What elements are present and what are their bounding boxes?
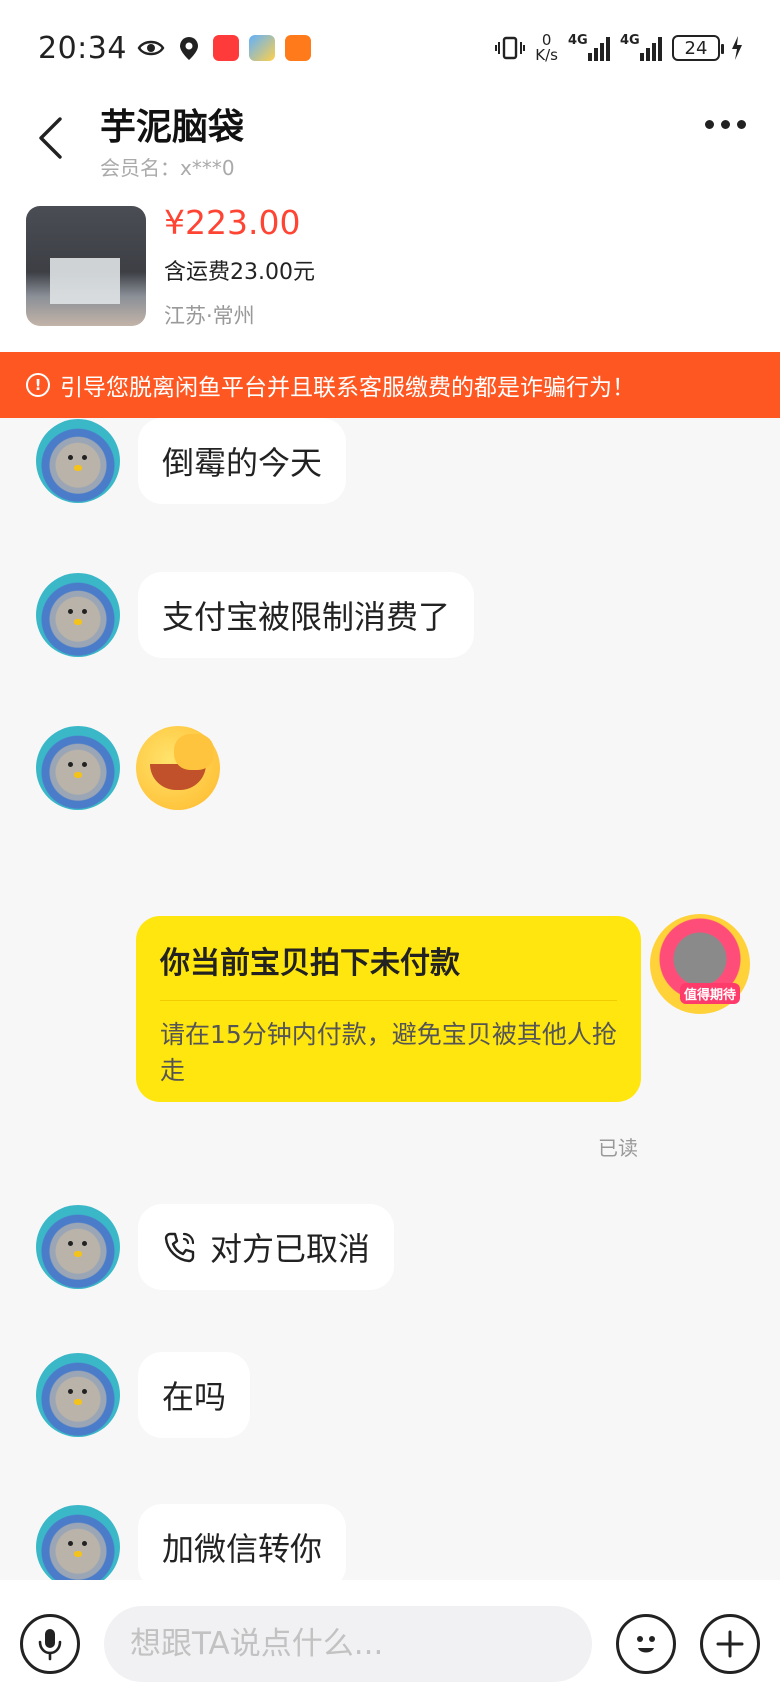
message-bubble[interactable]: 在吗 [138, 1352, 251, 1438]
voice-input-button[interactable] [20, 1613, 80, 1674]
message-bubble[interactable]: 加微信转你 [138, 1504, 347, 1580]
product-image[interactable] [26, 206, 146, 326]
product-location: 江苏·常州 [164, 303, 255, 328]
message-bubble[interactable]: 支付宝被限制消费了 [138, 572, 475, 658]
seller-avatar[interactable] [36, 419, 120, 503]
charging-icon [732, 36, 742, 60]
avatar-badge: 值得期待 [680, 983, 741, 1004]
battery-icon: 24 [672, 35, 724, 61]
status-right: 0 K/s 4G 4G 24 [495, 33, 744, 63]
unpaid-order-card[interactable]: 你当前宝贝拍下未付款 请在15分钟内付款，避免宝贝被其他人抢走 [136, 916, 641, 1102]
alert-icon: ! [26, 373, 50, 397]
eye-icon [137, 40, 165, 56]
user-avatar[interactable]: 值得期待 [650, 914, 750, 1014]
status-left: 20:34 [38, 31, 311, 66]
battery-level: 24 [684, 37, 708, 59]
seller-avatar[interactable] [36, 1505, 120, 1580]
page-title: 芋泥脑袋 [100, 107, 245, 148]
sim2-type: 4G [620, 33, 640, 48]
seller-avatar[interactable] [36, 726, 120, 810]
seller-avatar[interactable] [36, 1205, 120, 1289]
product-info: ¥223.00 含运费23.00元 江苏·常州 [164, 203, 315, 330]
card-title: 你当前宝贝拍下未付款 [160, 938, 617, 1001]
message-row: 支付宝被限制消费了 [36, 572, 475, 658]
net-speed-unit: K/s [535, 46, 558, 64]
card-description: 请在15分钟内付款，避免宝贝被其他人抢走 [160, 1020, 617, 1085]
facepalm-emoji-icon[interactable] [136, 726, 220, 810]
message-row [36, 726, 220, 810]
member-name: 会员名：x***0 [100, 156, 235, 180]
more-options-button[interactable] [705, 120, 746, 129]
header-title-block[interactable]: 芋泥脑袋 会员名：x***0 [100, 98, 244, 181]
read-status: 已读 [598, 1136, 638, 1160]
input-actions [616, 1613, 760, 1674]
seller-avatar[interactable] [36, 1353, 120, 1437]
signal-sim1-icon: 4G [568, 33, 610, 61]
product-price: ¥223.00 [164, 202, 301, 242]
dot-icon [721, 120, 730, 129]
call-status-text: 对方已取消 [210, 1230, 371, 1268]
plus-icon [716, 1630, 744, 1657]
emoji-button[interactable] [616, 1613, 676, 1674]
status-time: 20:34 [38, 30, 127, 66]
call-record-bubble[interactable]: 对方已取消 [138, 1204, 395, 1290]
message-row: 对方已取消 [36, 1204, 395, 1290]
dot-icon [737, 120, 746, 129]
add-attachment-button[interactable] [700, 1613, 760, 1674]
network-speed: 0 K/s [535, 33, 558, 63]
seller-avatar[interactable] [36, 573, 120, 657]
message-row: 在吗 [36, 1352, 251, 1438]
warning-text: 引导您脱离闲鱼平台并且联系客服缴费的都是诈骗行为！ [60, 375, 635, 401]
message-input-bar [0, 1580, 780, 1707]
location-icon [179, 37, 198, 60]
product-card[interactable]: ¥223.00 含运费23.00元 江苏·常州 [0, 180, 780, 352]
message-row: 倒霉的今天 [36, 418, 347, 504]
status-bar: 20:34 0 K/s 4G 4G 24 [0, 0, 780, 96]
app-notification-icon-2 [284, 35, 311, 61]
smiley-icon [637, 1635, 655, 1652]
phone-call-icon [164, 1232, 195, 1263]
chat-messages[interactable]: 倒霉的今天 支付宝被限制消费了 你当前宝贝拍下未付款 请在15分钟内付款，避免宝… [0, 418, 780, 1580]
back-arrow-icon [39, 117, 62, 159]
message-input[interactable] [104, 1605, 592, 1682]
microphone-icon [38, 1628, 62, 1660]
vibrate-icon [495, 36, 526, 60]
shipping-fee: 含运费23.00元 [164, 259, 315, 285]
app-notification-icon-1 [212, 35, 239, 61]
fraud-warning-banner: ! 引导您脱离闲鱼平台并且联系客服缴费的都是诈骗行为！ [0, 352, 780, 418]
chat-header: 芋泥脑袋 会员名：x***0 [0, 96, 780, 180]
message-bubble[interactable]: 倒霉的今天 [138, 418, 347, 504]
message-row: 加微信转你 [36, 1504, 347, 1580]
weather-icon [248, 35, 275, 61]
back-button[interactable] [0, 96, 100, 180]
signal-sim2-icon: 4G [620, 33, 662, 61]
sim1-type: 4G [568, 33, 588, 48]
dot-icon [705, 120, 714, 129]
